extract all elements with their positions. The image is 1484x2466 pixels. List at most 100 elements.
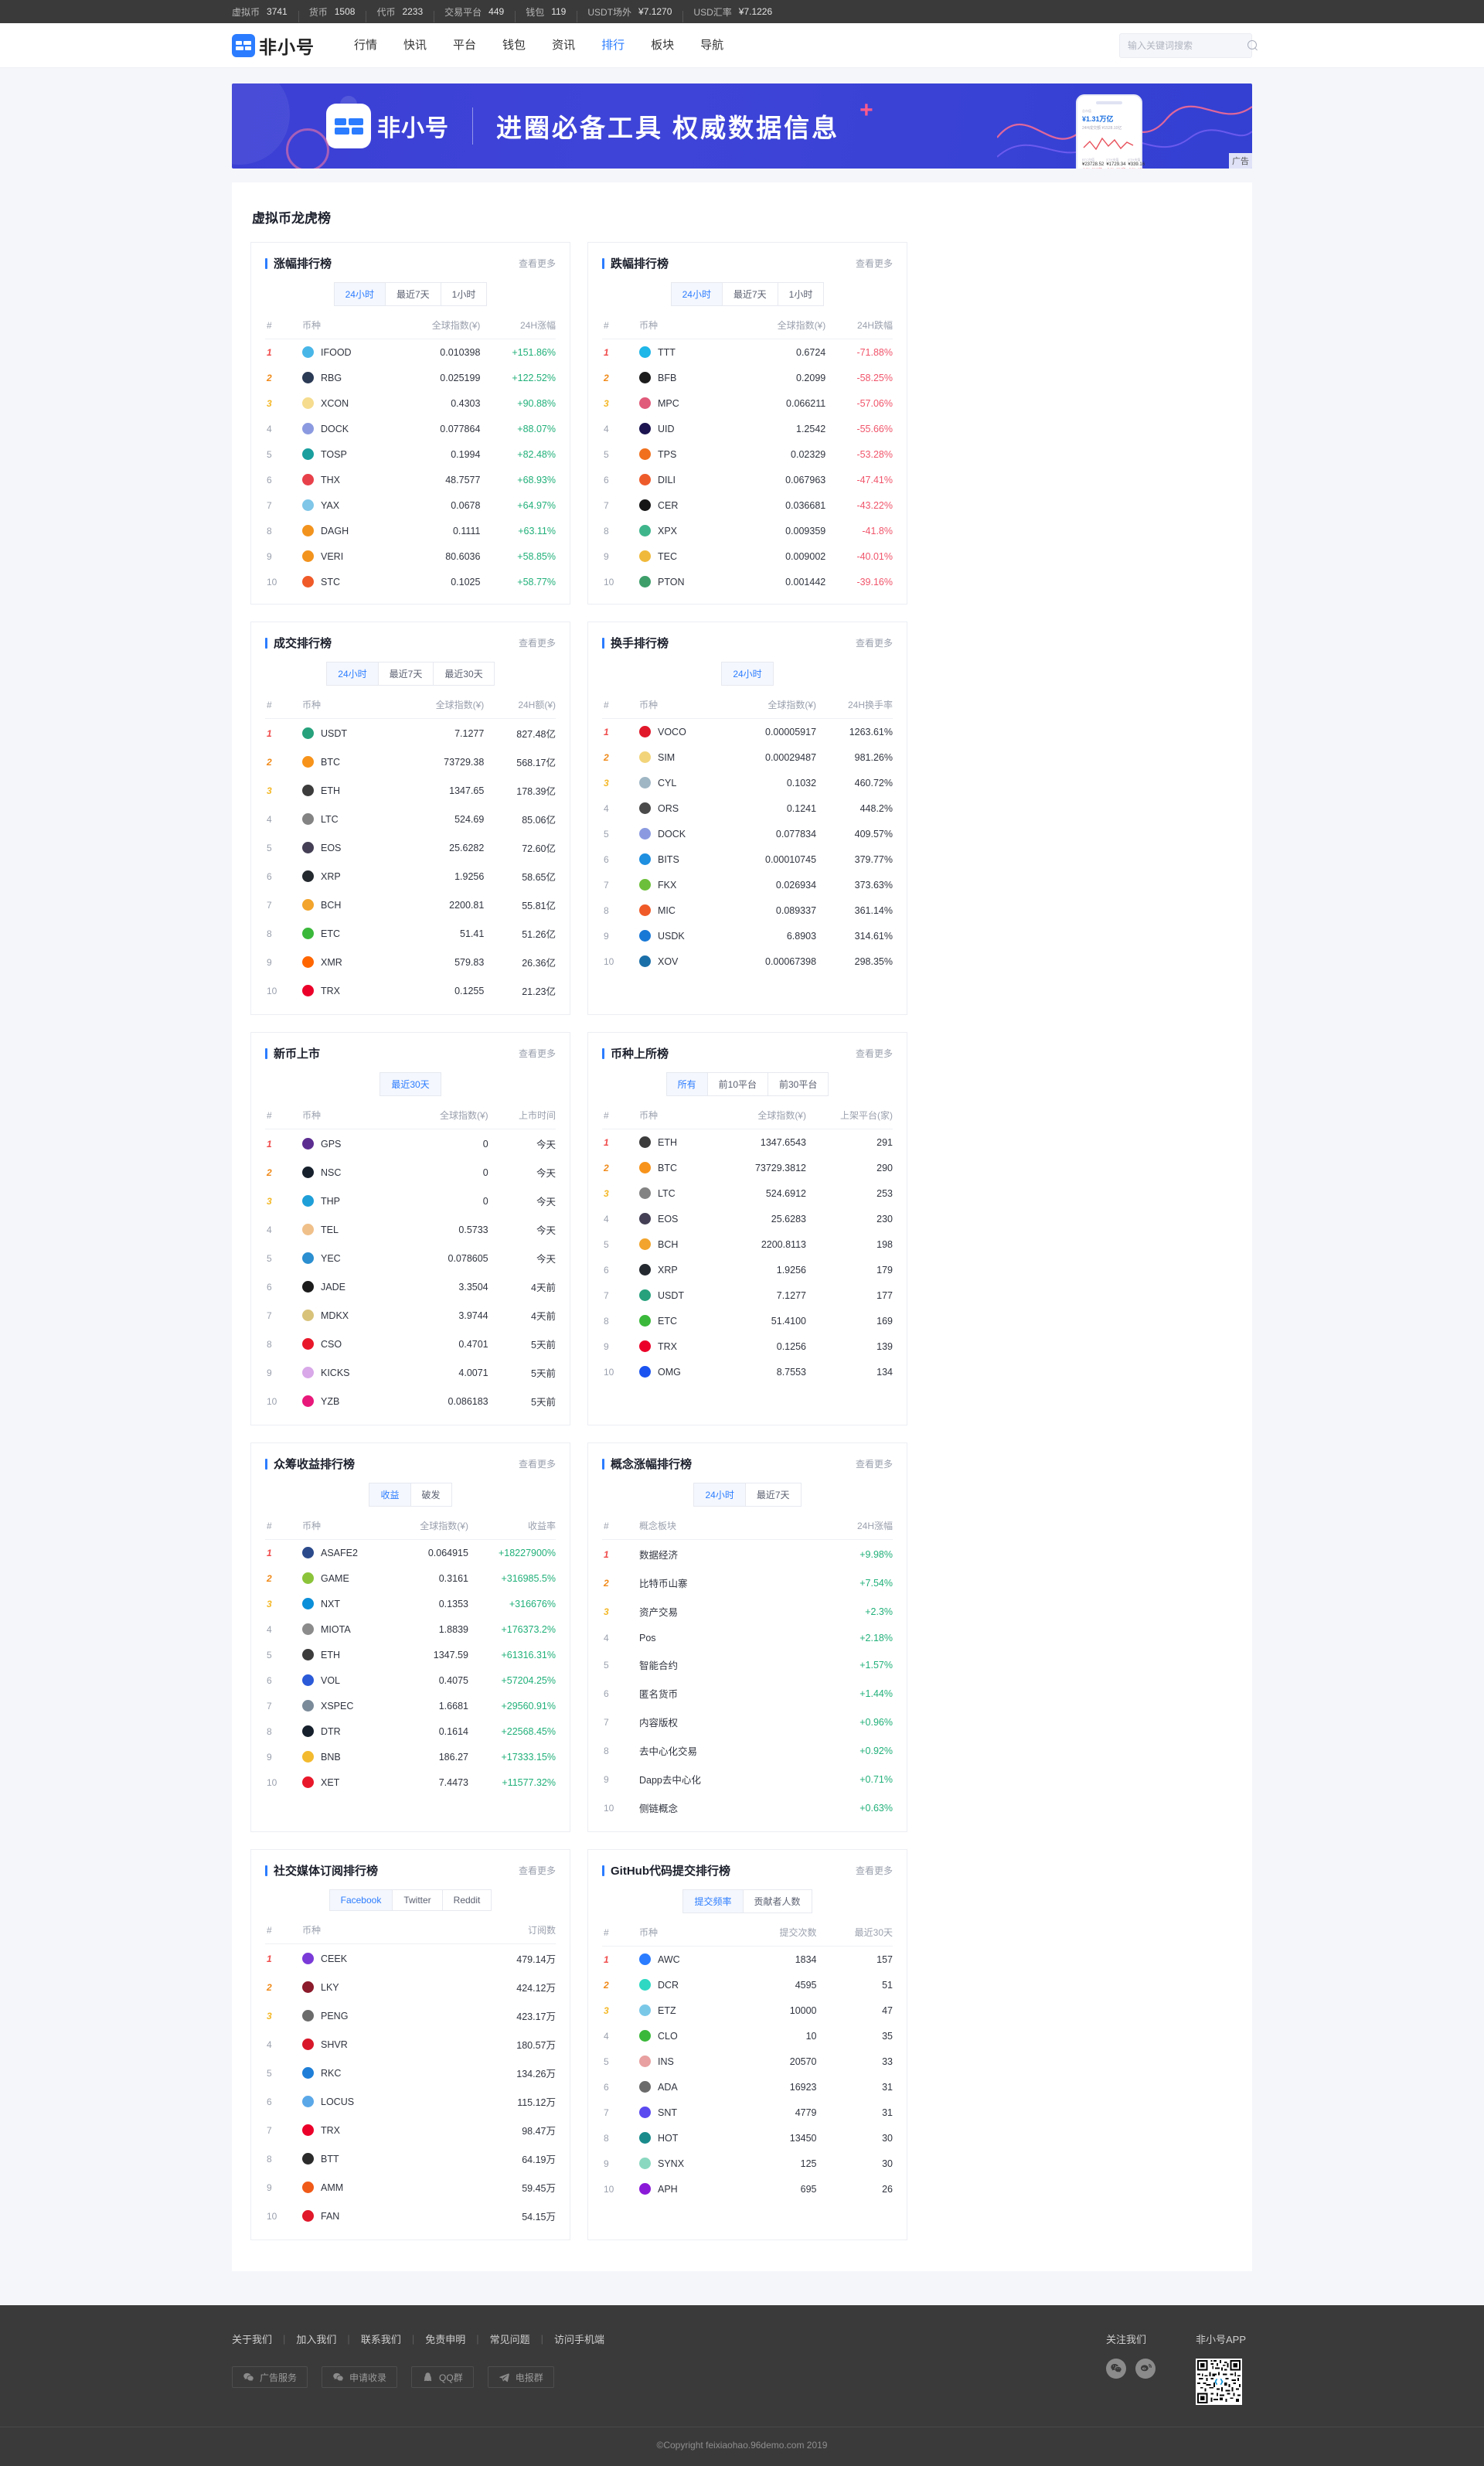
row-coin[interactable]: RBG [288,365,397,390]
tab-收益[interactable]: 收益 [369,1483,411,1507]
row-coin[interactable]: GPS [288,1129,400,1159]
nav-item-行情[interactable]: 行情 [341,23,390,68]
row-coin[interactable]: ORS [625,795,729,821]
tab-24小时[interactable]: 24小时 [326,662,379,686]
row-coin[interactable]: USDT [288,719,396,748]
row-coin[interactable]: 智能合约 [625,1650,807,1679]
row-coin[interactable]: RKC [288,2059,456,2087]
table-row[interactable]: 8 XPX 0.009359 -41.8% [602,518,893,543]
row-coin[interactable]: SNT [625,2100,743,2125]
wechat-icon[interactable] [1105,2359,1126,2379]
row-coin[interactable]: BFB [625,365,736,390]
row-coin[interactable]: MPC [625,390,736,416]
row-coin[interactable]: SYNX [625,2151,743,2176]
table-row[interactable]: 1 IFOOD 0.010398 +151.86% [265,339,556,366]
row-coin[interactable]: DILI [625,467,736,492]
row-coin[interactable]: 匿名货币 [625,1679,807,1708]
table-row[interactable]: 10 XET 7.4473 +11577.32% [265,1769,556,1795]
table-row[interactable]: 9 VERI 80.6036 +58.85% [265,543,556,569]
footer-button-广告服务[interactable]: 广告服务 [232,2366,308,2388]
row-coin[interactable]: 去中心化交易 [625,1736,807,1765]
row-coin[interactable]: BTT [288,2144,456,2173]
row-coin[interactable]: DAGH [288,518,397,543]
table-row[interactable]: 1 GPS 0 今天 [265,1129,556,1159]
row-coin[interactable]: CEEK [288,1944,456,1974]
row-coin[interactable]: TEL [288,1215,400,1244]
table-row[interactable]: 6 ADA 16923 31 [602,2074,893,2100]
tab-前30平台[interactable]: 前30平台 [768,1072,829,1096]
table-row[interactable]: 4 LTC 524.69 85.06亿 [265,805,556,833]
table-row[interactable]: 5 BCH 2200.8113 198 [602,1231,893,1257]
row-coin[interactable]: THX [288,467,397,492]
table-row[interactable]: 5 EOS 25.6282 72.60亿 [265,833,556,862]
view-more-link[interactable]: 查看更多 [856,1457,893,1470]
row-coin[interactable]: YAX [288,492,397,518]
row-coin[interactable]: BITS [625,846,729,872]
row-coin[interactable]: CYL [625,770,729,795]
footer-link-常见问题[interactable]: 常见问题 [490,2331,530,2346]
row-coin[interactable]: TRX [625,1333,722,1359]
view-more-link[interactable]: 查看更多 [519,636,556,649]
row-coin[interactable]: DCR [625,1972,743,1998]
row-coin[interactable]: CER [625,492,736,518]
row-coin[interactable]: USDT [625,1282,722,1308]
row-coin[interactable]: XPX [625,518,736,543]
row-coin[interactable]: FAN [288,2202,456,2230]
table-row[interactable]: 7 内容版权 +0.96% [602,1708,893,1736]
weibo-icon[interactable] [1135,2359,1156,2379]
row-coin[interactable]: ETZ [625,1998,743,2023]
row-coin[interactable]: TTT [625,339,736,366]
footer-link-关于我们[interactable]: 关于我们 [232,2331,272,2346]
view-more-link[interactable]: 查看更多 [856,1047,893,1060]
table-row[interactable]: 9 AMM 59.45万 [265,2173,556,2202]
table-row[interactable]: 7 USDT 7.1277 177 [602,1282,893,1308]
tab-1小时[interactable]: 1小时 [777,282,825,306]
row-coin[interactable]: CLO [625,2023,743,2049]
table-row[interactable]: 8 ETC 51.41 51.26亿 [265,919,556,948]
tab-提交频率[interactable]: 提交频率 [682,1889,744,1913]
table-row[interactable]: 3 LTC 524.6912 253 [602,1180,893,1206]
row-coin[interactable]: USDK [625,923,729,949]
table-row[interactable]: 1 VOCO 0.00005917 1263.61% [602,719,893,745]
table-row[interactable]: 10 侧链概念 +0.63% [602,1793,893,1822]
table-row[interactable]: 7 SNT 4779 31 [602,2100,893,2125]
row-coin[interactable]: LKY [288,1973,456,2001]
row-coin[interactable]: BCH [625,1231,722,1257]
footer-link-联系我们[interactable]: 联系我们 [361,2331,401,2346]
table-row[interactable]: 8 ETC 51.4100 169 [602,1308,893,1333]
table-row[interactable]: 1 USDT 7.1277 827.48亿 [265,719,556,748]
table-row[interactable]: 8 CSO 0.4701 5天前 [265,1330,556,1358]
table-row[interactable]: 2 SIM 0.00029487 981.26% [602,744,893,770]
row-coin[interactable]: 数据经济 [625,1540,807,1569]
row-coin[interactable]: UID [625,416,736,441]
table-row[interactable]: 5 TOSP 0.1994 +82.48% [265,441,556,467]
table-row[interactable]: 5 RKC 134.26万 [265,2059,556,2087]
row-coin[interactable]: PTON [625,569,736,594]
row-coin[interactable]: XMR [288,948,396,976]
table-row[interactable]: 4 EOS 25.6283 230 [602,1206,893,1231]
table-row[interactable]: 5 ETH 1347.59 +61316.31% [265,1642,556,1667]
table-row[interactable]: 4 UID 1.2542 -55.66% [602,416,893,441]
footer-link-访问手机端[interactable]: 访问手机端 [554,2331,604,2346]
table-row[interactable]: 2 RBG 0.025199 +122.52% [265,365,556,390]
tab-最近30天[interactable]: 最近30天 [380,1072,441,1096]
row-coin[interactable]: XET [288,1769,394,1795]
row-coin[interactable]: DTR [288,1718,394,1744]
row-coin[interactable]: YZB [288,1387,400,1415]
row-coin[interactable]: LTC [288,805,396,833]
row-coin[interactable]: EOS [288,833,396,862]
nav-item-资讯[interactable]: 资讯 [539,23,588,68]
row-coin[interactable]: XOV [625,949,729,974]
row-coin[interactable]: YEC [288,1244,400,1272]
tab-贡献者人数[interactable]: 贡献者人数 [742,1889,812,1913]
tab-Reddit[interactable]: Reddit [441,1889,492,1911]
table-row[interactable]: 4 CLO 10 35 [602,2023,893,2049]
tab-24小时[interactable]: 24小时 [693,1483,746,1507]
tab-24小时[interactable]: 24小时 [721,662,774,686]
row-coin[interactable]: IFOOD [288,339,397,366]
row-coin[interactable]: 内容版权 [625,1708,807,1736]
row-coin[interactable]: STC [288,569,397,594]
table-row[interactable]: 6 XRP 1.9256 58.65亿 [265,862,556,891]
table-row[interactable]: 7 BCH 2200.81 55.81亿 [265,891,556,919]
row-coin[interactable]: ETC [625,1308,722,1333]
